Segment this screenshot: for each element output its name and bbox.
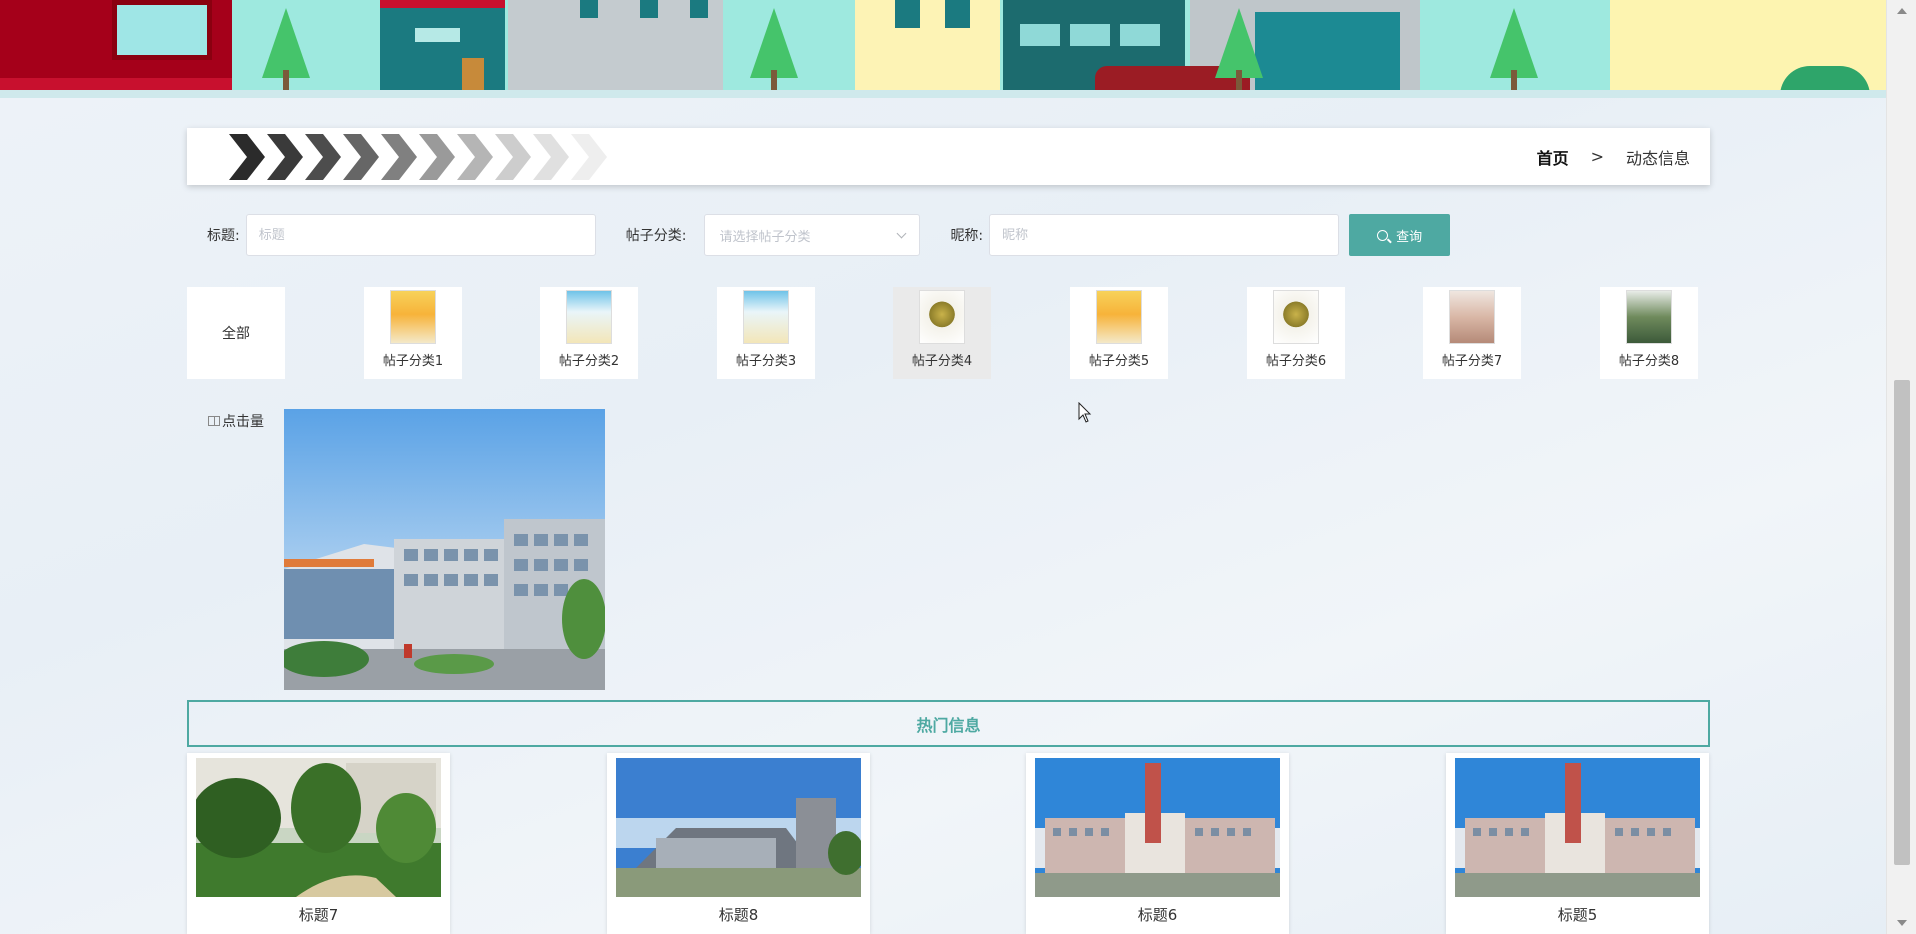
category-label: 帖子分类7	[1441, 354, 1503, 369]
category-all-label: 全部	[222, 326, 250, 342]
nickname-label: 昵称:	[950, 228, 984, 244]
page-scrollbar[interactable]	[1886, 0, 1916, 934]
category-thumbnail	[919, 290, 965, 344]
category-item[interactable]: 帖子分类2	[540, 287, 638, 379]
sort-label: 点击量	[222, 414, 264, 430]
category-filter: 全部 帖子分类1 帖子分类2 帖子分类3 帖子分类4 帖子分类5 帖子分类6 帖…	[187, 287, 1698, 379]
hot-card[interactable]: 标题8	[607, 753, 870, 934]
chevron-down-icon	[896, 228, 907, 239]
category-item[interactable]: 帖子分类3	[717, 287, 815, 379]
hot-card-title: 标题8	[718, 906, 759, 924]
category-label: 帖子分类:	[625, 228, 687, 244]
nickname-input[interactable]	[989, 214, 1340, 256]
post-image[interactable]	[284, 409, 605, 690]
title-label: 标题:	[207, 228, 240, 244]
category-thumbnail	[1273, 290, 1319, 344]
category-item[interactable]: 帖子分类1	[364, 287, 462, 379]
breadcrumb-bar: 首页 > 动态信息	[187, 128, 1710, 185]
category-label: 帖子分类5	[1088, 354, 1150, 369]
category-item-active[interactable]: 帖子分类4	[893, 287, 991, 379]
title-input[interactable]	[245, 214, 596, 256]
mouse-cursor-icon	[1078, 402, 1092, 423]
sort-by-clicks[interactable]: 点击量	[208, 411, 264, 431]
scroll-down-icon[interactable]	[1897, 920, 1907, 926]
hot-info-header: 热门信息	[187, 700, 1710, 747]
breadcrumb-current: 动态信息	[1625, 148, 1690, 168]
hot-card[interactable]: 标题7	[187, 753, 450, 934]
category-item[interactable]: 帖子分类7	[1423, 287, 1521, 379]
chevron-decoration	[227, 134, 607, 180]
category-thumbnail	[1449, 290, 1495, 344]
category-select-placeholder: 请选择帖子分类	[719, 229, 811, 245]
category-label: 帖子分类6	[1265, 354, 1327, 369]
sort-icon	[208, 416, 220, 426]
category-thumbnail	[566, 290, 612, 344]
category-label: 帖子分类8	[1618, 354, 1680, 369]
category-item[interactable]: 帖子分类5	[1070, 287, 1168, 379]
hot-card[interactable]: 标题6	[1026, 753, 1289, 934]
hot-card-image	[1455, 758, 1700, 897]
hot-card-image	[196, 758, 441, 897]
query-button-label: 查询	[1396, 229, 1423, 245]
hot-card-title: 标题7	[298, 906, 339, 924]
category-label: 帖子分类4	[911, 354, 973, 369]
query-button[interactable]: 查询	[1349, 214, 1451, 256]
breadcrumb: 首页 > 动态信息	[1537, 128, 1690, 185]
hot-card-image	[616, 758, 861, 897]
category-label: 帖子分类1	[382, 354, 444, 369]
category-thumbnail	[390, 290, 436, 344]
category-label: 帖子分类3	[735, 354, 797, 369]
hot-card[interactable]: 标题5	[1446, 753, 1709, 934]
hot-info-title: 热门信息	[916, 715, 981, 735]
category-thumbnail	[1096, 290, 1142, 344]
category-label: 帖子分类2	[558, 354, 620, 369]
category-select[interactable]: 请选择帖子分类	[704, 214, 921, 256]
category-item[interactable]: 帖子分类6	[1247, 287, 1345, 379]
hot-card-title: 标题6	[1137, 906, 1178, 924]
category-all[interactable]: 全部	[187, 287, 285, 379]
scrollbar-thumb[interactable]	[1894, 380, 1910, 865]
breadcrumb-home-link[interactable]: 首页	[1537, 145, 1569, 169]
header-banner	[0, 0, 1886, 98]
hot-card-title: 标题5	[1557, 906, 1598, 924]
search-form: 标题: 帖子分类: 请选择帖子分类 昵称: 查询	[207, 214, 1451, 256]
category-item[interactable]: 帖子分类8	[1600, 287, 1698, 379]
search-icon	[1377, 229, 1389, 241]
breadcrumb-separator: >	[1590, 147, 1604, 166]
category-thumbnail	[743, 290, 789, 344]
category-thumbnail	[1626, 290, 1672, 344]
scroll-up-icon[interactable]	[1897, 8, 1907, 14]
hot-card-image	[1035, 758, 1280, 897]
